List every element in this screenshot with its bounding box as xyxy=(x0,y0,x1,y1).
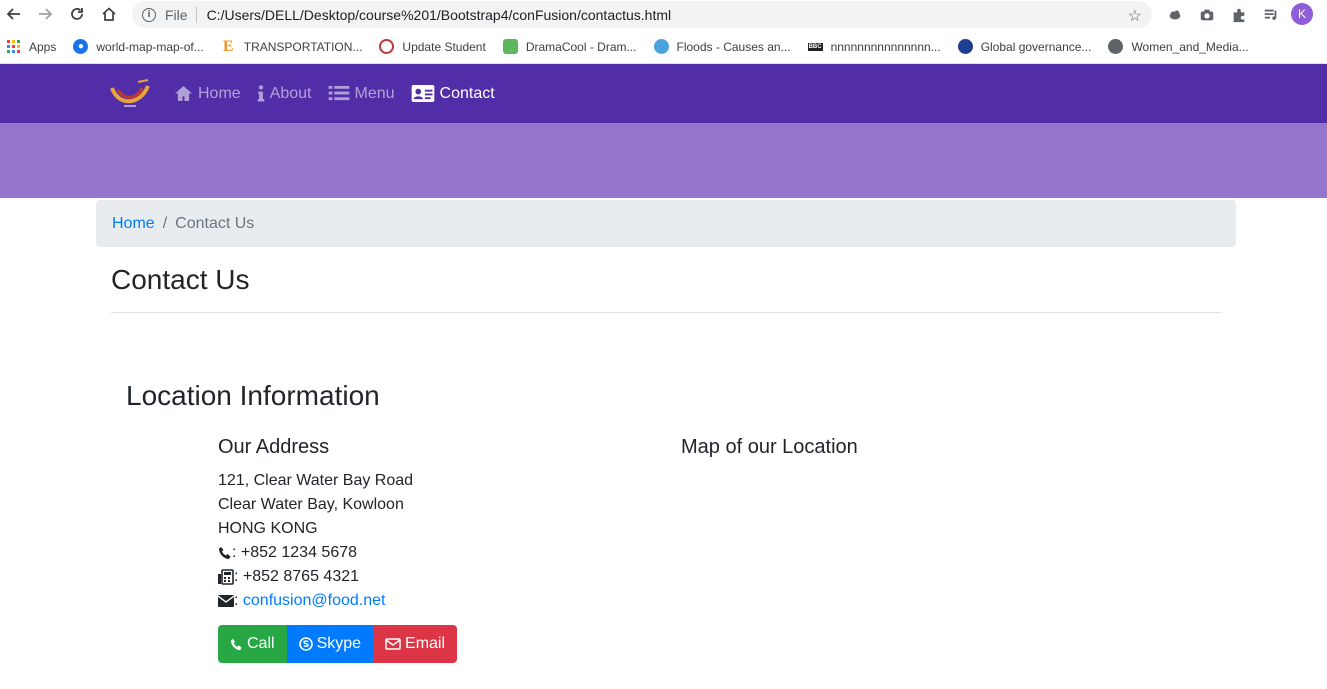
address-card-icon xyxy=(411,85,434,102)
site-navbar: Home About Menu Contact xyxy=(0,64,1327,123)
address-line-1: 121, Clear Water Bay Road xyxy=(218,472,414,489)
email-line: : confusion@food.net xyxy=(218,589,413,613)
nav-home[interactable]: Home xyxy=(174,85,241,103)
contact-button-group: Call Skype Email xyxy=(218,625,458,663)
call-button[interactable]: Call xyxy=(218,625,287,663)
nav-contact-label: Contact xyxy=(439,84,495,102)
breadcrumb-current: Contact Us xyxy=(175,214,255,232)
email-button-label: Email xyxy=(405,635,446,652)
address-heading: Our Address xyxy=(218,436,330,458)
browser-toolbar: i File C:/Users/DELL/Desktop/course%201/… xyxy=(0,0,1327,30)
bookmark-dramacool[interactable]: DramaCool - Dram... xyxy=(502,39,637,54)
email-prefix: : xyxy=(234,592,243,609)
address-block: 121, Clear Water Bay Road Clear Water Ba… xyxy=(218,469,413,613)
jumbotron-banner xyxy=(0,123,1327,198)
seal-icon xyxy=(379,39,395,54)
globe-icon: ● xyxy=(73,39,89,54)
nav-menu-label: Menu xyxy=(354,84,395,102)
bookmark-floods[interactable]: Floods - Causes an... xyxy=(653,39,791,54)
envelope-icon xyxy=(385,638,401,650)
bookmark-label: Women_and_Media... xyxy=(1131,39,1249,54)
profile-avatar[interactable]: K xyxy=(1291,3,1313,25)
email-button[interactable]: Email xyxy=(373,625,458,663)
apps-grid-icon xyxy=(6,39,21,54)
bookmark-label: Apps xyxy=(29,39,57,54)
media-playlist-icon[interactable] xyxy=(1262,6,1280,24)
phone-text: : +852 1234 5678 xyxy=(232,544,358,561)
bookmark-label: Update Student xyxy=(402,39,486,54)
skype-icon xyxy=(298,637,313,651)
bookmark-world-map[interactable]: ● world-map-map-of... xyxy=(73,39,204,54)
forward-arrow-icon[interactable] xyxy=(35,4,55,24)
title-divider xyxy=(111,312,1221,313)
fax-line: : +852 8765 4321 xyxy=(218,565,413,589)
call-button-label: Call xyxy=(247,635,275,652)
section-title: Location Information xyxy=(126,380,380,411)
breadcrumb-home-link[interactable]: Home xyxy=(112,215,155,233)
bookmark-global-governance[interactable]: Global governance... xyxy=(957,39,1092,54)
bookmark-star-icon[interactable]: ☆ xyxy=(1128,6,1142,26)
nav-contact[interactable]: Contact xyxy=(411,85,495,103)
list-icon xyxy=(328,85,349,101)
address-line-3: HONG KONG xyxy=(218,520,318,537)
phone-line: : +852 1234 5678 xyxy=(218,541,413,565)
bookmark-women-and-media[interactable]: Women_and_Media... xyxy=(1108,39,1249,54)
bookmark-label: TRANSPORTATION... xyxy=(243,39,363,54)
bookmark-label: Floods - Causes an... xyxy=(676,39,791,54)
info-icon xyxy=(257,85,264,102)
bbc-icon: BBC xyxy=(807,42,823,51)
bookmark-label: Global governance... xyxy=(980,39,1092,54)
nav-about[interactable]: About xyxy=(257,85,312,103)
reload-icon[interactable] xyxy=(67,4,87,24)
address-line-2: Clear Water Bay, Kowloon xyxy=(218,496,404,513)
breadcrumb: Home / Contact Us xyxy=(96,200,1236,247)
back-arrow-icon[interactable] xyxy=(4,4,24,24)
map-heading: Map of our Location xyxy=(681,436,858,458)
phone-icon xyxy=(230,638,242,650)
fax-icon xyxy=(218,569,234,585)
breadcrumb-separator: / xyxy=(162,214,168,232)
page-title: Contact Us xyxy=(111,264,250,295)
bookmark-label: nnnnnnnnnnnnnnn... xyxy=(830,39,941,54)
brand-logo[interactable] xyxy=(108,76,152,112)
world-icon xyxy=(1108,39,1124,54)
dramacool-icon xyxy=(502,39,518,54)
skype-button[interactable]: Skype xyxy=(286,625,374,663)
bookmark-apps[interactable]: Apps xyxy=(6,39,56,54)
skype-button-label: Skype xyxy=(316,635,362,652)
url-scheme-label: File xyxy=(165,6,188,23)
nav-about-label: About xyxy=(269,84,312,102)
phone-icon xyxy=(218,546,232,560)
bookmark-update-student[interactable]: Update Student xyxy=(379,39,486,54)
site-info-icon[interactable]: i xyxy=(142,7,156,22)
bookmark-label: world-map-map-of... xyxy=(96,39,204,54)
nav-menu[interactable]: Menu xyxy=(328,85,395,103)
bookmark-label: DramaCool - Dram... xyxy=(525,39,637,54)
address-bar[interactable]: i File C:/Users/DELL/Desktop/course%201/… xyxy=(132,1,1152,28)
email-link[interactable]: confusion@food.net xyxy=(243,589,386,613)
emblem-icon xyxy=(957,39,973,54)
envelope-icon xyxy=(218,595,234,607)
bookmarks-bar: Apps ● world-map-map-of... E TRANSPORTAT… xyxy=(0,30,1327,64)
fax-text: : +852 8765 4321 xyxy=(234,568,360,585)
globe-icon xyxy=(653,39,669,54)
bookmark-transportation[interactable]: E TRANSPORTATION... xyxy=(221,37,363,55)
home-icon xyxy=(175,85,192,102)
screenshot-camera-icon[interactable] xyxy=(1198,6,1216,24)
home-browser-icon[interactable] xyxy=(99,4,119,24)
bookmark-bbc[interactable]: BBC nnnnnnnnnnnnnnn... xyxy=(807,39,941,54)
e-logo-icon: E xyxy=(222,37,234,55)
extension-cloud-icon[interactable] xyxy=(1166,6,1184,24)
url-divider xyxy=(195,6,197,23)
url-text[interactable]: C:/Users/DELL/Desktop/course%201/Bootstr… xyxy=(207,7,672,23)
extensions-puzzle-icon[interactable] xyxy=(1230,6,1248,24)
nav-home-label: Home xyxy=(198,84,241,102)
